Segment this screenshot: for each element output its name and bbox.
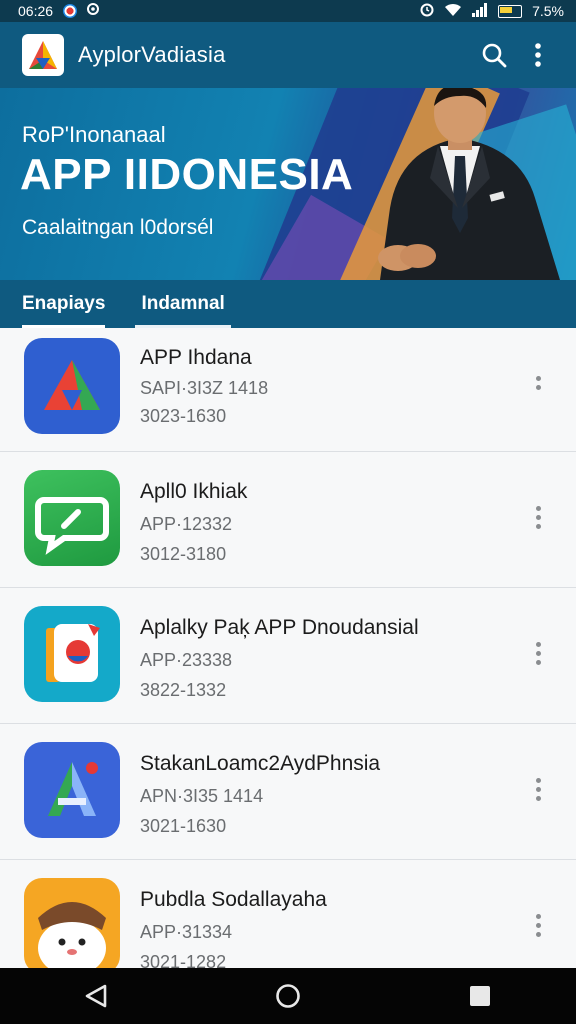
app-name: Pubdla Sodallayaha bbox=[140, 888, 327, 911]
app-name: Apll0 Ikhiak bbox=[140, 480, 248, 503]
signal-icon bbox=[472, 2, 488, 20]
app-code: APP·12332 bbox=[140, 514, 233, 534]
tab-enapiays[interactable]: Enapiays bbox=[22, 292, 106, 328]
app-logo-icon[interactable] bbox=[22, 34, 64, 76]
clock: 06:26 bbox=[18, 3, 54, 19]
banner-kicker: RoP'Inonanaal bbox=[22, 122, 166, 147]
app-number: 3021-1630 bbox=[140, 816, 227, 836]
home-icon[interactable] bbox=[258, 968, 318, 1024]
maps-bookmark-icon bbox=[24, 606, 120, 702]
back-icon[interactable] bbox=[66, 968, 126, 1024]
cartoon-character-icon bbox=[24, 878, 120, 968]
app-name: APP Ihdana bbox=[140, 346, 252, 369]
app-name: Aplalky Paķ APP Dnoudansial bbox=[140, 616, 419, 639]
app-bar: AyplorVadiasia bbox=[0, 22, 576, 88]
app-number: 3822-1332 bbox=[140, 680, 227, 700]
more-vert-icon[interactable] bbox=[516, 33, 560, 77]
battery-icon bbox=[498, 4, 523, 18]
battery-text: 7.5% bbox=[532, 3, 564, 19]
app-code: APN·3I35 1414 bbox=[140, 786, 264, 806]
tab-bar: Enapiays Indamnal bbox=[0, 280, 576, 328]
recents-icon[interactable] bbox=[450, 968, 510, 1024]
status-bar: 06:26 7.5% bbox=[0, 0, 576, 22]
item-more-icon[interactable] bbox=[528, 772, 548, 806]
notification-icon bbox=[63, 4, 78, 18]
search-icon[interactable] bbox=[472, 33, 516, 77]
businessman-image bbox=[378, 88, 560, 280]
item-more-icon[interactable] bbox=[528, 366, 548, 400]
triangle-logo-icon bbox=[24, 338, 120, 434]
app-code: APP·23338 bbox=[140, 650, 233, 670]
navigation-a-icon bbox=[24, 742, 120, 838]
app-title: AyplorVadiasia bbox=[78, 42, 226, 67]
tab-indamnal[interactable]: Indamnal bbox=[135, 292, 232, 328]
promo-banner[interactable]: RoP'Inonanaal APP IIDONESIA Caalaitngan … bbox=[0, 88, 576, 280]
list-item[interactable]: Apll0 Ikhiak APP·12332 3012-3180 bbox=[0, 452, 576, 588]
app-number: 3012-3180 bbox=[140, 544, 227, 564]
chat-bubble-icon bbox=[24, 470, 120, 566]
list-item[interactable]: StakanLoamc2AydPhnsia APN·3I35 1414 3021… bbox=[0, 724, 576, 860]
list-item[interactable]: Aplalky Paķ APP Dnoudansial APP·23338 38… bbox=[0, 588, 576, 724]
app-code: APP·31334 bbox=[140, 922, 233, 942]
item-more-icon[interactable] bbox=[528, 908, 548, 942]
list-item[interactable]: APP Ihdana SAPI·3I3Z 1418 3023-1630 bbox=[0, 328, 576, 452]
item-more-icon[interactable] bbox=[528, 636, 548, 670]
alarm-icon bbox=[420, 3, 434, 20]
app-code: SAPI·3I3Z 1418 bbox=[140, 378, 269, 398]
app-number: 3023-1630 bbox=[140, 406, 227, 426]
app-name: StakanLoamc2AydPhnsia bbox=[140, 752, 381, 775]
item-more-icon[interactable] bbox=[528, 500, 548, 534]
wifi-icon bbox=[444, 3, 462, 20]
banner-subtitle: Caalaitngan l0dorsél bbox=[22, 216, 214, 239]
app-number: 3021-1282 bbox=[140, 952, 227, 968]
app-list: APP Ihdana SAPI·3I3Z 1418 3023-1630 Apll… bbox=[0, 328, 576, 968]
list-item[interactable]: Pubdla Sodallayaha APP·31334 3021-1282 bbox=[0, 860, 576, 968]
system-nav-bar bbox=[0, 968, 576, 1024]
banner-title: APP IIDONESIA bbox=[20, 150, 354, 199]
location-icon bbox=[87, 2, 100, 20]
